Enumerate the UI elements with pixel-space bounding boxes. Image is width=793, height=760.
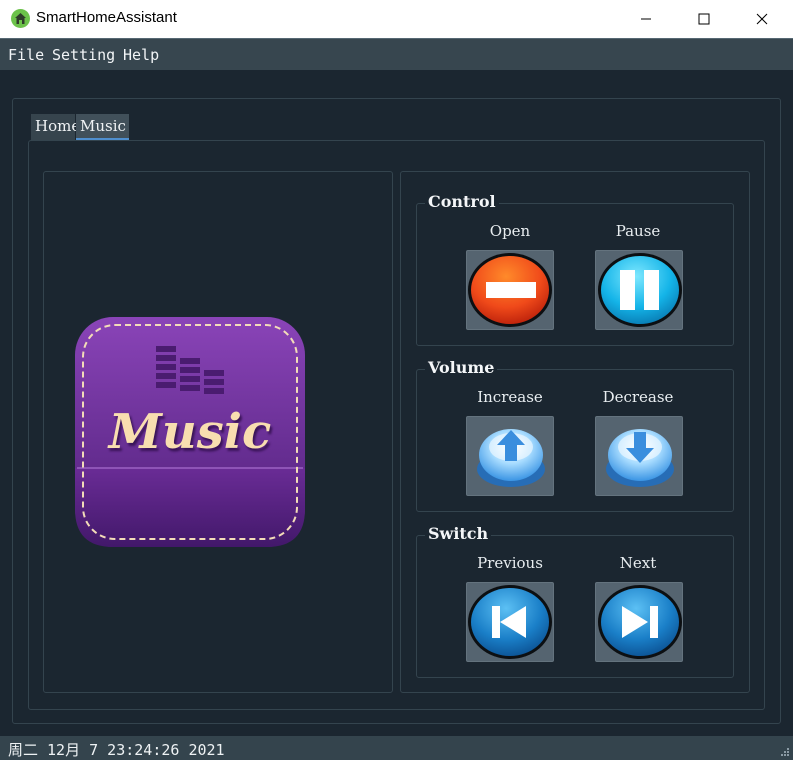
- previous-button[interactable]: [466, 582, 554, 662]
- next-label: Next: [619, 554, 657, 572]
- album-art-text: Music: [108, 404, 272, 460]
- stop-icon: [468, 253, 552, 327]
- arrow-down-icon: [606, 429, 674, 487]
- home-icon: [11, 9, 30, 28]
- status-datetime: 周二 12月 7 23:24:26 2021: [8, 741, 225, 759]
- minimize-button[interactable]: [617, 0, 675, 38]
- close-icon: [756, 13, 768, 25]
- music-album-art: Music: [74, 316, 306, 548]
- decrease-button[interactable]: [595, 416, 683, 496]
- switch-group-title: Switch: [425, 524, 492, 543]
- pause-icon: [598, 253, 682, 327]
- maximize-button[interactable]: [675, 0, 733, 38]
- close-button[interactable]: [733, 0, 791, 38]
- pause-label: Pause: [615, 222, 661, 240]
- decrease-label: Decrease: [602, 388, 674, 406]
- menu-bar: File Setting Help: [0, 38, 793, 70]
- status-bar: 周二 12月 7 23:24:26 2021: [0, 736, 793, 760]
- pause-button[interactable]: [595, 250, 683, 330]
- menu-setting[interactable]: Setting: [52, 46, 115, 64]
- menu-help[interactable]: Help: [123, 46, 159, 64]
- skip-previous-icon: [468, 585, 552, 659]
- skip-next-icon: [598, 585, 682, 659]
- open-label: Open: [489, 222, 531, 240]
- window-title: SmartHomeAssistant: [36, 9, 177, 26]
- title-bar: SmartHomeAssistant: [0, 0, 793, 38]
- menu-file[interactable]: File: [8, 46, 44, 64]
- next-button[interactable]: [595, 582, 683, 662]
- open-button[interactable]: [466, 250, 554, 330]
- resize-grip-icon[interactable]: [778, 745, 790, 757]
- increase-button[interactable]: [466, 416, 554, 496]
- previous-label: Previous: [477, 554, 543, 572]
- volume-group-title: Volume: [425, 358, 498, 377]
- minimize-icon: [641, 18, 651, 20]
- control-group-title: Control: [425, 192, 499, 211]
- increase-label: Increase: [477, 388, 543, 406]
- arrow-up-icon: [477, 429, 545, 487]
- tab-music[interactable]: Music: [76, 114, 129, 140]
- tab-home[interactable]: Home: [31, 114, 80, 140]
- maximize-icon: [698, 13, 710, 25]
